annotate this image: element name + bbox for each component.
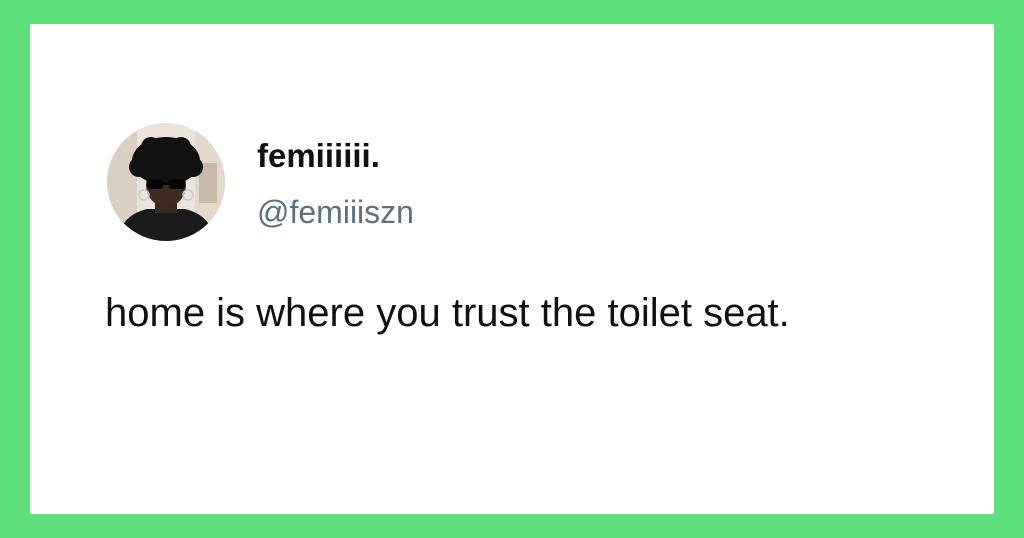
tweet-card: femiiiiii. @femiiiszn home is where you …	[30, 24, 994, 514]
tweet-text: home is where you trust the toilet seat.	[105, 291, 790, 335]
avatar[interactable]	[107, 123, 225, 241]
green-frame: femiiiiii. @femiiiszn home is where you …	[0, 0, 1024, 538]
display-name[interactable]: femiiiiii.	[257, 136, 380, 176]
avatar-photo-icon	[107, 123, 225, 241]
user-handle[interactable]: @femiiiszn	[257, 192, 414, 232]
